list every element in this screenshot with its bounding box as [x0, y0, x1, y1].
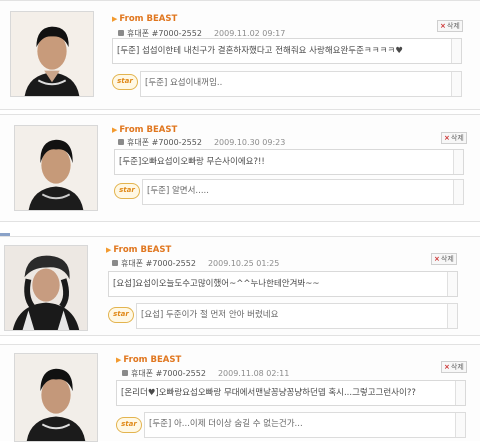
delete-button[interactable]: ×삭제	[437, 20, 463, 32]
message-meta: 휴대폰 #7000-2552 2009.10.30 09:23	[118, 137, 285, 148]
phone-icon	[118, 139, 124, 145]
phone-icon	[112, 260, 118, 266]
reply-text: [두준] 요섭이내꺼임..	[140, 71, 462, 97]
star-button[interactable]: star	[114, 183, 140, 199]
reply-text: [요섭] 두준이가 절 먼저 안아 버렸네요	[136, 303, 458, 329]
message-text: [두준]오빠요섭이오빠랑 무슨사이에요?!!	[114, 149, 464, 175]
avatar	[14, 353, 98, 442]
from-label: ▶ From BEAST	[112, 14, 178, 24]
close-icon: ×	[440, 22, 446, 30]
message-meta: 휴대폰 #7000-2552 2009.10.25 01:25	[112, 258, 279, 269]
reply-text: [두준] 아...이제 더이상 숨길 수 없는건가...	[144, 412, 466, 438]
message-card: ▶ From BEAST 휴대폰 #7000-2552 2009.11.08 02:…	[0, 344, 480, 442]
message-text: [두준] 섭섭이한테 내친구가 결혼하자했다고 전해줘요 사랑해요완두준ㅋㅋㅋㅋ…	[112, 38, 462, 64]
message-meta: 휴대폰 #7000-2552 2009.11.08 02:11	[122, 368, 289, 379]
close-icon: ×	[444, 134, 450, 142]
message-card: ▶ From BEAST 휴대폰 #7000-2552 2009.10.30 09:…	[0, 114, 480, 222]
avatar	[14, 125, 98, 211]
close-icon: ×	[444, 363, 450, 371]
phone-icon	[118, 30, 124, 36]
message-card: ▶ From BEAST 휴대폰 #7000-2552 2009.11.02 09:…	[0, 0, 480, 110]
from-label: ▶ From BEAST	[112, 125, 178, 135]
close-icon: ×	[434, 255, 440, 263]
reply-text: [두준] 알면서.....	[142, 179, 464, 205]
star-button[interactable]: star	[112, 74, 138, 90]
message-text: [요섭]요섭이오늘도수고많이했어~^^누나한테안겨봐~~	[108, 271, 458, 297]
from-label: ▶ From BEAST	[116, 355, 182, 365]
delete-button[interactable]: ×삭제	[441, 361, 467, 373]
delete-button[interactable]: ×삭제	[431, 253, 457, 265]
message-card: ▶ From BEAST 휴대폰 #7000-2552 2009.10.25 01:…	[0, 236, 480, 336]
avatar	[10, 11, 94, 97]
delete-button[interactable]: ×삭제	[441, 132, 467, 144]
phone-icon	[122, 370, 128, 376]
star-button[interactable]: star	[116, 417, 142, 433]
message-text: [온리더♥]오빠랑요섭오빠랑 무대에서맨날꽁냥꽁냥하던뎁 혹시...그렇고그런사…	[116, 380, 466, 406]
star-button[interactable]: star	[108, 307, 134, 323]
avatar	[4, 245, 88, 331]
from-label: ▶ From BEAST	[106, 245, 172, 255]
